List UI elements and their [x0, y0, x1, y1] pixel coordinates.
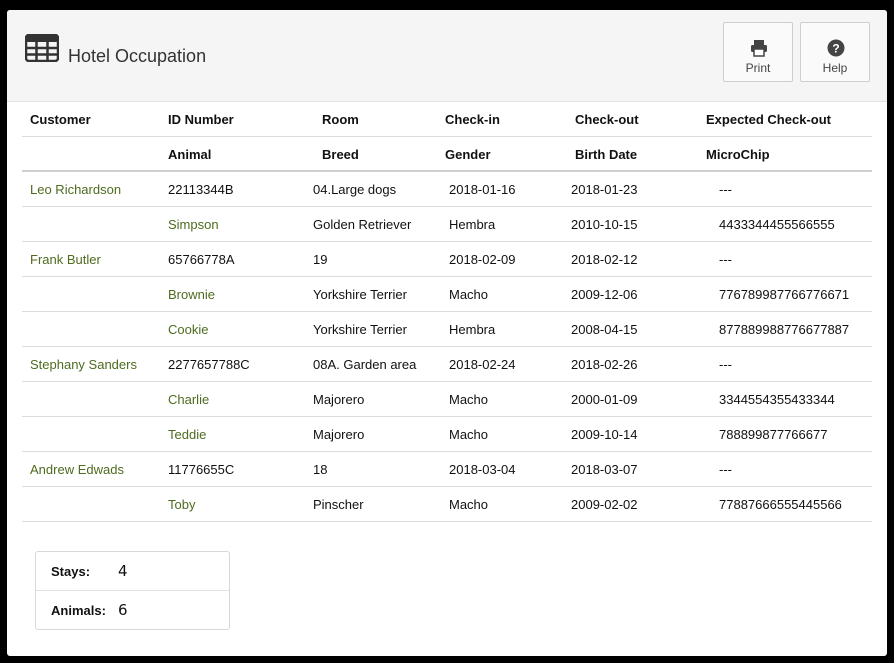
- animal-link[interactable]: Teddie: [168, 417, 206, 452]
- table-header-row: Customer ID Number Room Check-in Check-o…: [22, 102, 872, 137]
- print-button-label: Print: [745, 61, 771, 75]
- svg-text:?: ?: [832, 42, 839, 56]
- question-circle-icon: ?: [827, 39, 845, 57]
- printer-icon: [751, 40, 767, 57]
- customer-link[interactable]: Stephany Sanders: [30, 347, 137, 382]
- animal-link[interactable]: Cookie: [168, 312, 208, 347]
- summary-box: Stays: 4 Animals: 6: [35, 551, 230, 630]
- panel-header: Hotel Occupation Print ? Help: [7, 10, 887, 102]
- check-in: 2018-03-04: [449, 462, 516, 477]
- customer-link[interactable]: Frank Butler: [30, 242, 101, 277]
- gender: Hembra: [449, 217, 496, 232]
- id-number: 11776655C: [168, 462, 235, 477]
- table-row: Teddie Majorero Macho 2009-10-14 7888998…: [22, 417, 872, 452]
- animal-link[interactable]: Simpson: [168, 207, 219, 242]
- gender: Macho: [449, 287, 489, 302]
- customer-link[interactable]: Andrew Edwads: [30, 452, 124, 487]
- column-header-check-out: Check-out: [575, 112, 639, 127]
- expected-check-out: ---: [719, 462, 732, 477]
- check-out: 2018-01-23: [571, 182, 638, 197]
- table-row: Toby Pinscher Macho 2009-02-02 778876665…: [22, 487, 872, 522]
- birth-date: 2010-10-15: [571, 217, 638, 232]
- table-grid-icon: [25, 34, 59, 62]
- microchip: 77887666555445566: [719, 497, 842, 512]
- print-button[interactable]: Print: [723, 22, 793, 82]
- help-button-label: Help: [822, 61, 848, 75]
- birth-date: 2009-10-14: [571, 427, 638, 442]
- table-row: Andrew Edwads 11776655C 18 2018-03-04 20…: [22, 452, 872, 487]
- table-row: Leo Richardson 22113344B 04.Large dogs 2…: [22, 172, 872, 207]
- column-header-customer: Customer: [30, 112, 91, 127]
- gender: Macho: [449, 392, 489, 407]
- microchip: 4433344455566555: [719, 217, 835, 232]
- table-row: Simpson Golden Retriever Hembra 2010-10-…: [22, 207, 872, 242]
- animals-count: 6: [118, 601, 128, 619]
- table-row: Brownie Yorkshire Terrier Macho 2009-12-…: [22, 277, 872, 312]
- microchip: 788899877766677: [719, 427, 828, 442]
- check-in: 2018-02-09: [449, 252, 516, 267]
- expected-check-out: ---: [719, 357, 732, 372]
- summary-stays: Stays: 4: [36, 552, 229, 591]
- breed: Pinscher: [313, 497, 364, 512]
- check-out: 2018-02-12: [571, 252, 638, 267]
- table-row: Stephany Sanders 2277657788C 08A. Garden…: [22, 347, 872, 382]
- room: 18: [313, 462, 328, 477]
- table-row: Cookie Yorkshire Terrier Hembra 2008-04-…: [22, 312, 872, 347]
- summary-animals: Animals: 6: [36, 591, 229, 630]
- breed: Majorero: [313, 392, 365, 407]
- check-out: 2018-02-26: [571, 357, 638, 372]
- breed: Yorkshire Terrier: [313, 287, 407, 302]
- expected-check-out: ---: [719, 182, 732, 197]
- room: 08A. Garden area: [313, 357, 417, 372]
- animals-label: Animals:: [51, 603, 106, 618]
- room: 19: [313, 252, 328, 267]
- table-row: Charlie Majorero Macho 2000-01-09 334455…: [22, 382, 872, 417]
- birth-date: 2008-04-15: [571, 322, 638, 337]
- column-header-room: Room: [322, 112, 359, 127]
- column-header-birth-date: Birth Date: [575, 147, 638, 162]
- birth-date: 2009-12-06: [571, 287, 638, 302]
- gender: Hembra: [449, 322, 496, 337]
- column-header-expected-check-out: Expected Check-out: [706, 112, 831, 127]
- microchip: 776789987766776671: [719, 287, 850, 302]
- id-number: 65766778A: [168, 252, 235, 267]
- table-row: Frank Butler 65766778A 19 2018-02-09 201…: [22, 242, 872, 277]
- stays-count: 4: [118, 562, 128, 580]
- check-in: 2018-02-24: [449, 357, 516, 372]
- gender: Macho: [449, 427, 489, 442]
- expected-check-out: ---: [719, 252, 732, 267]
- column-header-breed: Breed: [322, 147, 359, 162]
- animal-link[interactable]: Charlie: [168, 382, 209, 417]
- birth-date: 2000-01-09: [571, 392, 638, 407]
- column-header-animal: Animal: [168, 147, 212, 162]
- column-header-gender: Gender: [445, 147, 491, 162]
- page-title: Hotel Occupation: [68, 46, 207, 66]
- occupation-table: Customer ID Number Room Check-in Check-o…: [22, 102, 872, 522]
- id-number: 2277657788C: [168, 357, 250, 372]
- gender: Macho: [449, 497, 489, 512]
- room: 04.Large dogs: [313, 182, 397, 197]
- birth-date: 2009-02-02: [571, 497, 638, 512]
- customer-link[interactable]: Leo Richardson: [30, 172, 121, 207]
- breed: Majorero: [313, 427, 365, 442]
- animal-link[interactable]: Toby: [168, 487, 195, 522]
- animal-link[interactable]: Brownie: [168, 277, 215, 312]
- check-out: 2018-03-07: [571, 462, 638, 477]
- check-in: 2018-01-16: [449, 182, 516, 197]
- microchip: 3344554355433344: [719, 392, 835, 407]
- column-header-check-in: Check-in: [445, 112, 500, 127]
- hotel-occupation-panel: Hotel Occupation Print ? Help Customer I…: [7, 10, 887, 656]
- breed: Golden Retriever: [313, 217, 412, 232]
- stays-label: Stays:: [51, 564, 91, 579]
- microchip: 877889988776677887: [719, 322, 850, 337]
- column-header-id-number: ID Number: [168, 112, 234, 127]
- id-number: 22113344B: [168, 182, 234, 197]
- column-header-microchip: MicroChip: [706, 147, 770, 162]
- help-button[interactable]: ? Help: [800, 22, 870, 82]
- table-subheader-row: Animal Breed Gender Birth Date MicroChip: [22, 137, 872, 172]
- breed: Yorkshire Terrier: [313, 322, 407, 337]
